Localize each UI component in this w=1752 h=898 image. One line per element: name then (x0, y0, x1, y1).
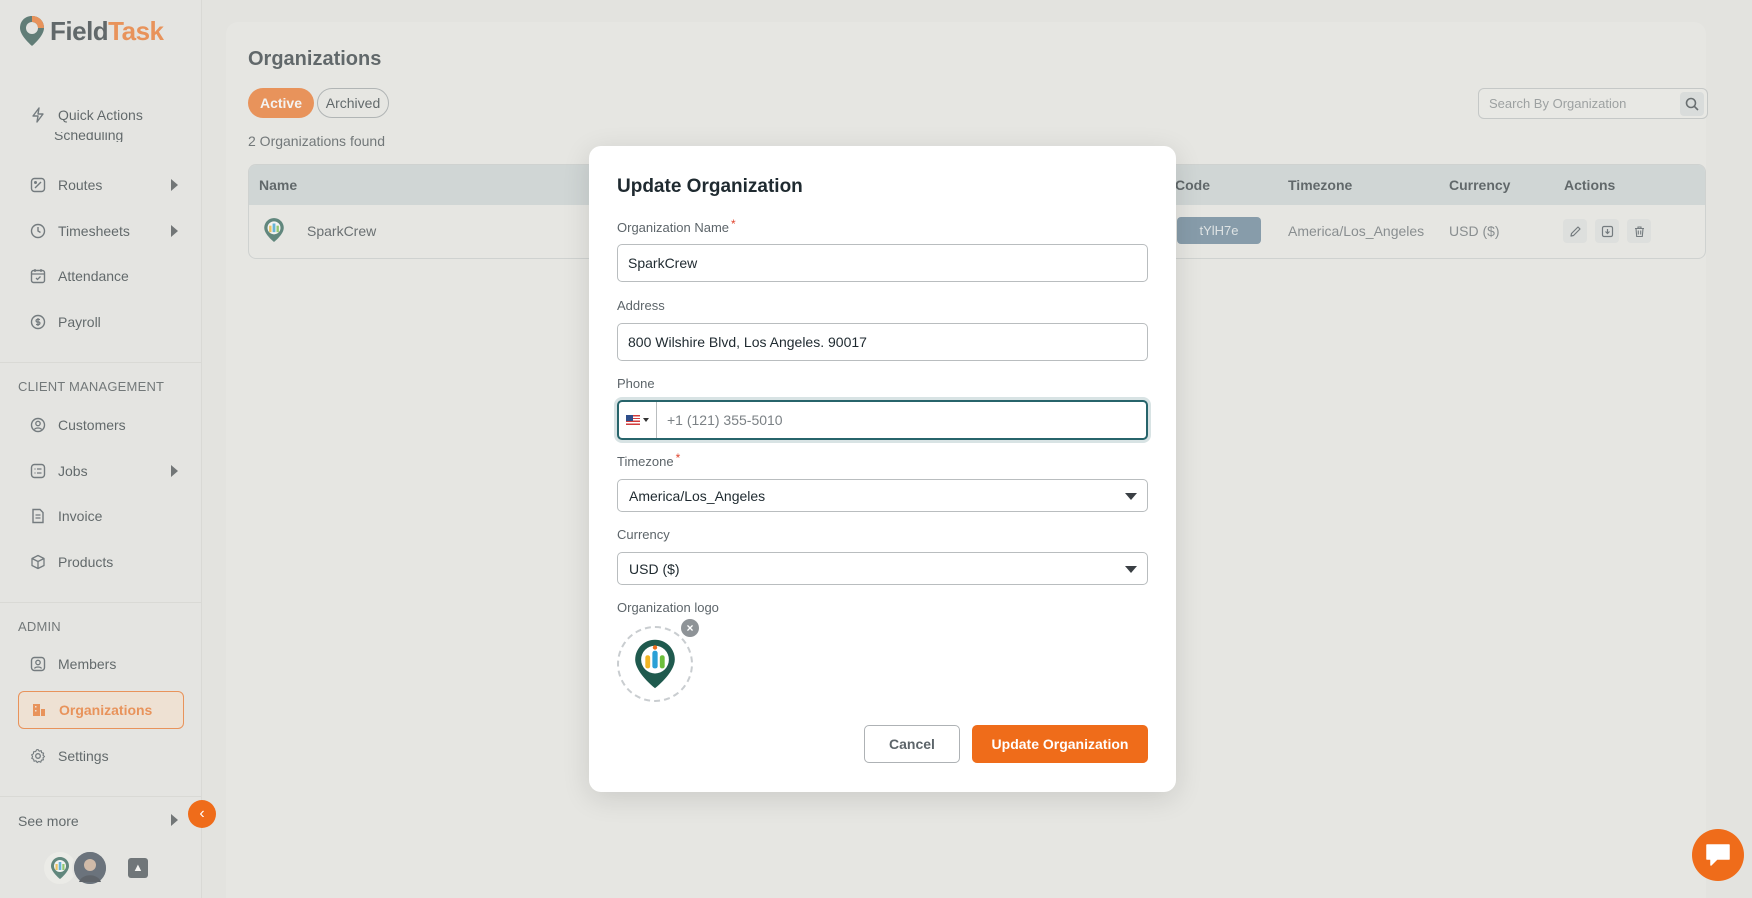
org-name-label-text: Organization Name (617, 220, 729, 235)
required-marker: * (731, 217, 736, 231)
update-organization-button[interactable]: Update Organization (972, 725, 1148, 763)
close-icon: × (686, 621, 694, 635)
chat-bubble-icon (1706, 844, 1730, 866)
us-flag-icon (626, 415, 640, 425)
dialog-title: Update Organization (617, 176, 803, 197)
org-name-label: Organization Name * (617, 217, 736, 235)
address-field[interactable]: 800 Wilshire Blvd, Los Angeles. 90017 (617, 323, 1148, 361)
chat-button[interactable] (1692, 829, 1744, 881)
remove-logo-button[interactable]: × (681, 619, 699, 637)
country-code-selector[interactable] (619, 402, 657, 438)
timezone-select[interactable]: America/Los_Angeles (617, 479, 1148, 512)
timezone-label-text: Timezone (617, 454, 674, 469)
caret-down-icon (643, 418, 649, 422)
currency-selected-value: USD ($) (629, 560, 680, 577)
update-organization-dialog: Update Organization Organization Name * S… (589, 146, 1176, 792)
chevron-left-icon: ‹ (199, 805, 205, 822)
cancel-button[interactable]: Cancel (864, 725, 960, 763)
address-label: Address (617, 298, 665, 313)
phone-input[interactable]: +1 (121) 355-5010 (657, 412, 783, 428)
timezone-label: Timezone * (617, 451, 681, 469)
currency-select[interactable]: USD ($) (617, 552, 1148, 585)
org-logo-preview-icon (635, 639, 675, 689)
timezone-selected-value: America/Los_Angeles (629, 487, 766, 504)
chevron-down-icon (1125, 566, 1137, 573)
org-logo-label: Organization logo (617, 600, 719, 615)
currency-label: Currency (617, 527, 670, 542)
phone-label: Phone (617, 376, 655, 391)
required-marker: * (675, 451, 681, 465)
chevron-down-icon (1125, 493, 1137, 500)
phone-field[interactable]: +1 (121) 355-5010 (617, 400, 1148, 440)
org-logo-upload[interactable] (617, 626, 693, 702)
collapse-sidebar-button[interactable]: ‹ (188, 800, 216, 828)
org-name-field[interactable]: SparkCrew (617, 244, 1148, 282)
